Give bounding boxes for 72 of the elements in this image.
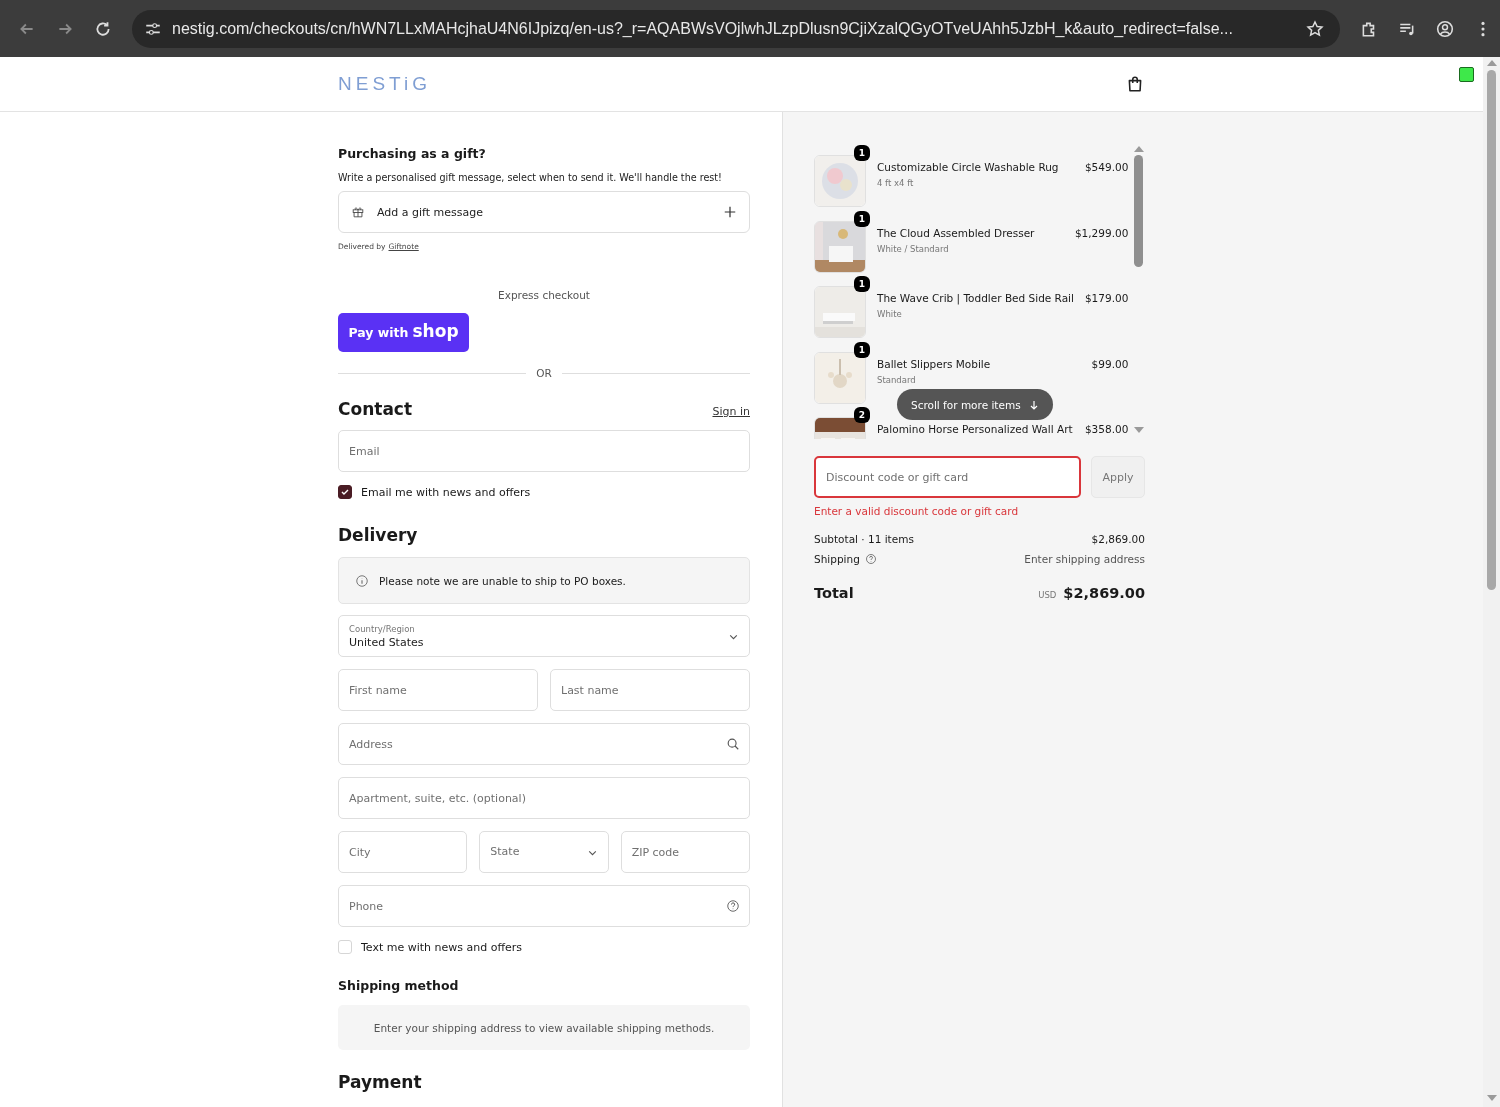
contact-heading: Contact — [338, 399, 413, 419]
quantity-badge: 1 — [854, 145, 870, 161]
email-field[interactable]: Email — [338, 430, 750, 472]
gift-icon — [351, 205, 365, 219]
profile-icon[interactable] — [1436, 19, 1454, 38]
text-field[interactable]: Last name — [550, 669, 750, 711]
apply-button[interactable]: Apply — [1091, 456, 1145, 498]
currency-label: USD — [1038, 590, 1057, 600]
product-price: $358.00 — [1084, 422, 1129, 435]
search-icon — [726, 737, 740, 751]
reload-icon[interactable] — [94, 19, 112, 38]
discount-code-field[interactable]: Discount code or gift card — [814, 456, 1081, 498]
error-message: Enter a valid discount code or gift card — [814, 505, 1020, 517]
product-price: $179.00 — [1084, 291, 1129, 304]
add-gift-message-button[interactable]: Add a gift message — [338, 191, 750, 233]
product-name: Palomino Horse Personalized Wall Art — [877, 423, 1074, 435]
product-name: The Cloud Assembled Dresser — [877, 226, 1036, 239]
quantity-badge: 1 — [854, 210, 870, 227]
subtotal-label: Subtotal · 11 items — [814, 533, 914, 545]
product-variant: 4 ft x4 ft — [877, 178, 915, 188]
express-checkout-label: Express checkout — [497, 289, 591, 301]
check-icon — [340, 487, 350, 497]
total-label: Total — [814, 585, 854, 601]
product-name: Customizable Circle Washable Rug — [877, 161, 1060, 173]
product-variant: White / Standard — [877, 243, 950, 254]
notice-text: Please note we are unable to ship to PO boxes. — [379, 574, 626, 587]
subtotal-value: $2,869.00 — [1091, 533, 1145, 545]
plus-icon — [723, 205, 737, 219]
product-price: $99.00 — [1091, 356, 1129, 370]
shop-pay-button[interactable]: Pay with shop — [338, 313, 469, 352]
quantity-badge: 1 — [854, 276, 870, 292]
shopping-bag-icon[interactable] — [1126, 75, 1144, 93]
product-name: The Wave Crib | Toddler Bed Side Rail — [877, 292, 1074, 304]
status-square-icon — [1459, 67, 1474, 82]
help-icon — [726, 899, 740, 913]
help-icon[interactable] — [864, 553, 877, 565]
payment-heading: Payment — [338, 1072, 423, 1092]
product-variant: White — [877, 309, 903, 319]
info-icon — [355, 573, 369, 588]
sign-in-link[interactable]: Sign in — [712, 405, 750, 418]
gift-title: Purchasing as a gift? — [338, 146, 487, 161]
shipping-method-heading: Shipping method — [338, 978, 460, 993]
bookmark-star-icon[interactable] — [1306, 19, 1324, 38]
state-select[interactable]: State — [479, 831, 609, 873]
product-price: $549.00 — [1084, 160, 1129, 173]
delivery-heading: Delivery — [338, 525, 419, 545]
product-variant: Standard — [877, 374, 917, 385]
address-field[interactable]: Address — [338, 723, 750, 765]
checkbox[interactable] — [338, 485, 352, 499]
page-scrollbar[interactable] — [1483, 57, 1500, 1107]
product-name: Ballet Slippers Mobile — [877, 357, 992, 370]
or-divider-label: OR — [536, 367, 552, 379]
total-value: $2,869.00 — [1063, 585, 1145, 601]
shipping-value: Enter shipping address — [1024, 553, 1145, 565]
shipping-method-message: Enter your shipping address to view available shipping methods. — [338, 1005, 750, 1050]
shipping-label: Shipping — [814, 553, 860, 565]
phone-field[interactable]: Phone — [338, 885, 750, 927]
text-field[interactable]: City — [338, 831, 468, 873]
gift-description: Write a personalised gift message, select when to send it. We'll handle the rest! — [338, 172, 723, 183]
address-bar[interactable]: nestig.com/checkouts/cn/hWN7LLxMAHcjhaU4N6IJpizq/en-us?_r=AQABWsVOjlwhJLzpDlusn9CjiXzalQGyOTveUAhh5JzbH_k&auto_redirect=false... — [132, 9, 1340, 48]
scroll-more-button[interactable]: Scroll for more items — [897, 389, 1053, 420]
quantity-badge: 1 — [854, 341, 870, 358]
text-field[interactable]: First name — [338, 669, 538, 711]
arrow-down-icon — [1028, 399, 1039, 410]
checkbox-label: Text me with news and offers — [361, 940, 523, 954]
country-select[interactable]: Country/Region United States — [338, 615, 750, 657]
text-field[interactable]: Apartment, suite, etc. (optional) — [338, 777, 750, 819]
text-field[interactable]: ZIP code — [620, 831, 750, 873]
quantity-badge: 2 — [854, 407, 870, 423]
product-price: $1,299.00 — [1074, 225, 1129, 239]
checkbox-label: Email me with news and offers — [361, 485, 531, 499]
url-text: nestig.com/checkouts/cn/hWN7LLxMAHcjhaU4N6IJpizq/en-us?_r=AQABWsVOjlwhJLzpDlusn9CjiXzalQGyOTveUAhh5JzbH_k&auto_redirect=false... — [172, 19, 1233, 38]
